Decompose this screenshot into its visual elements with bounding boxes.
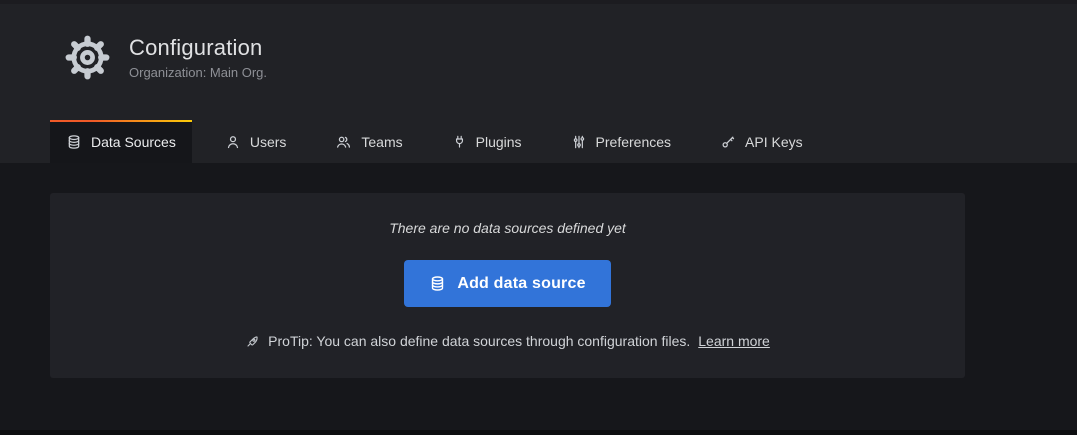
- user-icon: [225, 134, 241, 150]
- sliders-icon: [571, 134, 587, 150]
- configuration-page: Configuration Organization: Main Org. Da…: [0, 0, 1077, 435]
- plug-icon: [452, 134, 467, 150]
- empty-state-card: There are no data sources defined yet Ad…: [50, 193, 965, 378]
- page-header: Configuration Organization: Main Org. Da…: [0, 0, 1077, 163]
- database-icon: [429, 275, 446, 292]
- database-icon: [66, 134, 82, 150]
- empty-state-message: There are no data sources defined yet: [50, 220, 965, 236]
- protip: ProTip: You can also define data sources…: [50, 333, 965, 349]
- window-top-edge: [0, 0, 1077, 4]
- tab-plugins[interactable]: Plugins: [436, 120, 538, 163]
- users-icon: [335, 134, 352, 150]
- tab-label: API Keys: [745, 134, 803, 150]
- page-subtitle: Organization: Main Org.: [129, 65, 267, 80]
- add-data-source-button[interactable]: Add data source: [404, 260, 610, 307]
- page-heading-text: Configuration Organization: Main Org.: [129, 35, 267, 79]
- protip-text: ProTip: You can also define data sources…: [268, 333, 690, 349]
- tab-label: Teams: [361, 134, 402, 150]
- tab-label: Plugins: [476, 134, 522, 150]
- tab-preferences[interactable]: Preferences: [555, 120, 687, 163]
- tab-bar: Data Sources Users: [50, 120, 836, 163]
- tab-users[interactable]: Users: [209, 120, 303, 163]
- tab-label: Users: [250, 134, 287, 150]
- tab-label: Data Sources: [91, 134, 176, 150]
- tab-teams[interactable]: Teams: [319, 120, 418, 163]
- tab-label: Preferences: [596, 134, 671, 150]
- page-content: There are no data sources defined yet Ad…: [0, 163, 1077, 435]
- gear-icon: [64, 34, 111, 81]
- learn-more-link[interactable]: Learn more: [698, 333, 770, 349]
- key-icon: [720, 134, 736, 150]
- rocket-icon: [245, 334, 260, 349]
- page-header-title-group: Configuration Organization: Main Org.: [64, 34, 267, 81]
- page-title: Configuration: [129, 35, 267, 61]
- tab-data-sources[interactable]: Data Sources: [50, 120, 192, 163]
- window-bottom-edge: [0, 430, 1077, 435]
- tab-api-keys[interactable]: API Keys: [704, 120, 819, 163]
- add-data-source-label: Add data source: [457, 275, 585, 293]
